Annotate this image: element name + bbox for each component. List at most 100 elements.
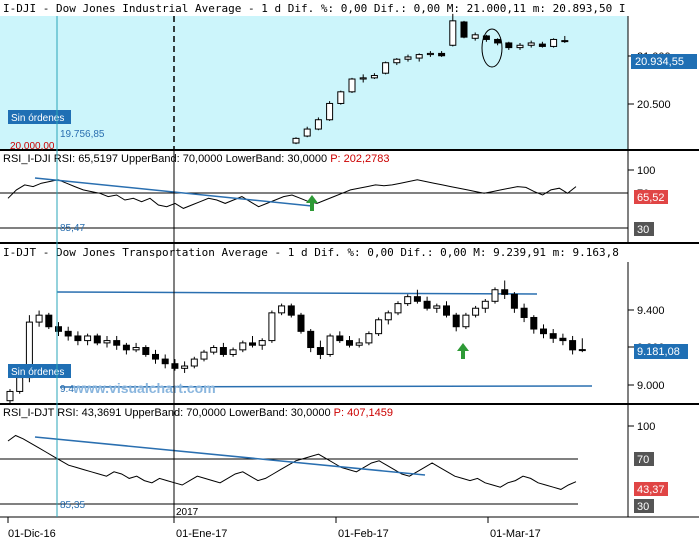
- rsi-dji-panel: RSI_I-DJI RSI: 65,5197 UpperBand: 70,000…: [0, 151, 699, 244]
- dji-marker-value: 19.756,85: [60, 129, 105, 140]
- x-label-dec: 01-Dic-16: [8, 528, 56, 540]
- rsi-dji-header-p: P: 202,2783: [330, 153, 389, 165]
- dji-candle: [348, 78, 356, 93]
- djt-orders-label: Sin órdenes: [11, 367, 64, 378]
- djt-candle: [268, 312, 276, 342]
- djt-candle: [190, 358, 198, 367]
- djt-candle: [287, 305, 295, 316]
- svg-text:RSI_I-DJT RSI: 43,3691 UpperB: RSI_I-DJT RSI: 43,3691 UpperBand: 70,000…: [3, 407, 393, 419]
- year-label: 2017: [176, 507, 199, 518]
- djt-candle: [74, 335, 82, 342]
- djt-candle: [365, 333, 373, 344]
- djt-candle: [229, 349, 237, 355]
- djt-candle: [530, 316, 538, 330]
- visualchart-watermark: www.visualchart.com: [72, 380, 216, 396]
- x-label-mar: 01-Mar-17: [490, 528, 541, 540]
- djt-candle: [45, 314, 53, 328]
- rsi-djt-tick-70: 70: [637, 454, 649, 466]
- djt-header: I-DJT - Dow Jones Transportation Average…: [3, 246, 619, 259]
- djt-candle: [510, 293, 518, 309]
- chart-window: I-DJI - Dow Jones Industrial Average - 1…: [0, 0, 699, 542]
- djt-candle: [443, 305, 450, 316]
- x-label-feb: 01-Feb-17: [338, 528, 389, 540]
- rsi-djt-panel: RSI_I-DJT RSI: 43,3691 UpperBand: 70,000…: [0, 405, 699, 518]
- x-label-jan: 01-Ene-17: [176, 528, 227, 540]
- djt-candle: [355, 342, 363, 346]
- djt-candle: [258, 340, 266, 346]
- djt-candle: [16, 377, 24, 392]
- djt-candle: [375, 319, 383, 335]
- djt-candle: [35, 314, 43, 323]
- dji-candle: [393, 58, 401, 64]
- djt-candle: [152, 353, 159, 360]
- rsi-dji-value: 65,52: [637, 192, 665, 204]
- dji-candle: [326, 102, 334, 121]
- rsi-djt-header-values: RSI: 43,3691 UpperBand: 70,0000 LowerBan…: [54, 407, 334, 419]
- x-axis: 01-Dic-16 01-Ene-17 01-Feb-17 01-Mar-17: [0, 517, 699, 542]
- dji-last-price: 20.934,55: [635, 56, 684, 68]
- dji-candle: [538, 43, 546, 47]
- djt-last-price: 9.181,08: [637, 346, 680, 358]
- djt-candle: [520, 307, 528, 318]
- djt-candle: [433, 305, 441, 309]
- djt-candle: [404, 296, 412, 305]
- rsi-dji-marker-value: 85,47: [60, 223, 85, 234]
- djt-candle: [326, 335, 334, 355]
- djt-candle: [452, 314, 460, 328]
- djt-candle: [491, 289, 499, 302]
- djt-candle: [6, 390, 14, 402]
- djt-candle: [394, 303, 402, 314]
- djt-candle: [171, 363, 179, 369]
- dji-candle: [438, 52, 446, 57]
- dji-orders-label: Sin órdenes: [11, 113, 64, 124]
- djt-candle: [200, 351, 208, 360]
- dji-candle: [314, 119, 322, 130]
- djt-candle: [578, 349, 586, 352]
- rsi-djt-tick-100: 100: [637, 421, 655, 433]
- djt-candle: [55, 326, 62, 332]
- djt-candle: [336, 335, 344, 342]
- djt-candle: [481, 300, 489, 309]
- rsi-dji-header-name: RSI_I-DJI: [3, 153, 51, 165]
- djt-candle: [219, 347, 227, 355]
- dji-candle: [550, 38, 558, 47]
- djt-candle: [549, 333, 557, 339]
- djt-tick-9000: 9.000: [637, 380, 665, 392]
- djt-candle: [181, 365, 189, 369]
- djt-candle: [413, 296, 421, 302]
- rsi-dji-header-values: RSI: 65,5197 UpperBand: 70,0000 LowerBan…: [51, 153, 331, 165]
- rsi-djt-value: 43,37: [637, 484, 665, 496]
- djt-candle: [142, 347, 150, 355]
- djt-candle: [540, 328, 547, 335]
- dji-candle: [527, 42, 535, 46]
- djt-candle: [297, 314, 305, 332]
- rsi-dji-tick-100: 100: [637, 165, 655, 177]
- dji-candle: [460, 21, 468, 38]
- djt-candle: [384, 312, 392, 321]
- djt-candle: [423, 300, 431, 309]
- dji-candle: [359, 77, 367, 80]
- rsi-djt-header-name: RSI_I-DJT: [3, 407, 55, 419]
- djt-tick-9400: 9.400: [637, 305, 665, 317]
- dji-candle: [561, 40, 569, 43]
- djt-candle: [501, 289, 509, 295]
- rsi-dji-tick-30: 30: [637, 224, 649, 236]
- dji-candle: [292, 137, 300, 144]
- djt-candle: [278, 305, 286, 314]
- djt-candle: [307, 330, 315, 349]
- djt-candle: [132, 347, 140, 351]
- djt-candle: [122, 344, 130, 351]
- djt-candle: [472, 307, 480, 316]
- rsi-djt-tick-30: 30: [637, 501, 649, 513]
- dji-candle: [494, 38, 502, 44]
- dji-candle: [426, 52, 434, 56]
- dji-candle: [516, 44, 524, 49]
- djt-panel: I-DJT - Dow Jones Transportation Average…: [0, 244, 699, 405]
- djt-candle: [569, 340, 577, 351]
- dji-candle: [303, 128, 311, 137]
- djt-candle: [210, 347, 218, 353]
- djt-candle: [239, 342, 247, 351]
- dji-candle: [337, 91, 345, 104]
- djt-candle: [161, 358, 169, 365]
- djt-candle: [316, 347, 324, 355]
